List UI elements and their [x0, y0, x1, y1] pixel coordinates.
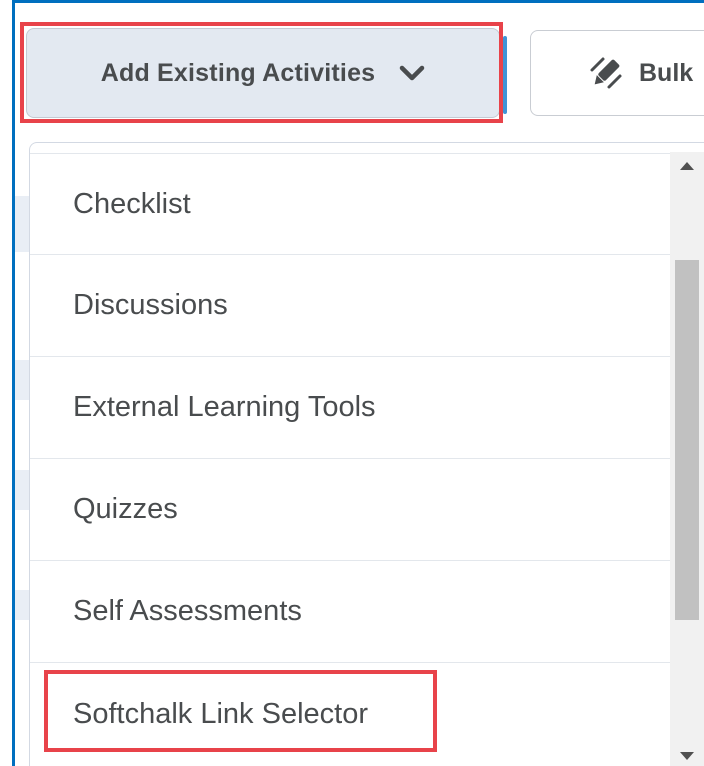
background-row [15, 590, 29, 620]
menu-list: Checklist Discussions External Learning … [30, 153, 670, 765]
pencil-icon [589, 56, 623, 90]
add-existing-activities-button[interactable]: Add Existing Activities [26, 28, 500, 118]
bulk-edit-button[interactable]: Bulk [530, 30, 704, 116]
focus-ring [503, 36, 507, 114]
menu-item-external-learning-tools[interactable]: External Learning Tools [30, 357, 670, 459]
background-row [15, 196, 29, 252]
menu-item-self-assessments[interactable]: Self Assessments [30, 561, 670, 663]
screenshot-frame: Add Existing Activities Bulk Checklist D… [0, 0, 704, 766]
scrollbar-thumb[interactable] [675, 260, 699, 620]
chevron-down-icon [399, 64, 425, 82]
add-existing-activities-label: Add Existing Activities [100, 58, 376, 87]
menu-item-softchalk-link-selector[interactable]: Softchalk Link Selector [30, 663, 670, 765]
arrow-up-icon[interactable] [680, 162, 694, 170]
background-row [15, 360, 29, 400]
background-row [15, 470, 29, 510]
menu-item-checklist[interactable]: Checklist [30, 153, 670, 255]
activities-dropdown-menu: Checklist Discussions External Learning … [29, 142, 704, 766]
menu-scrollbar[interactable] [670, 152, 704, 766]
menu-item-quizzes[interactable]: Quizzes [30, 459, 670, 561]
arrow-down-icon[interactable] [680, 752, 694, 760]
bulk-edit-label: Bulk [639, 58, 694, 87]
frame-top-border [12, 0, 704, 3]
menu-item-discussions[interactable]: Discussions [30, 255, 670, 357]
